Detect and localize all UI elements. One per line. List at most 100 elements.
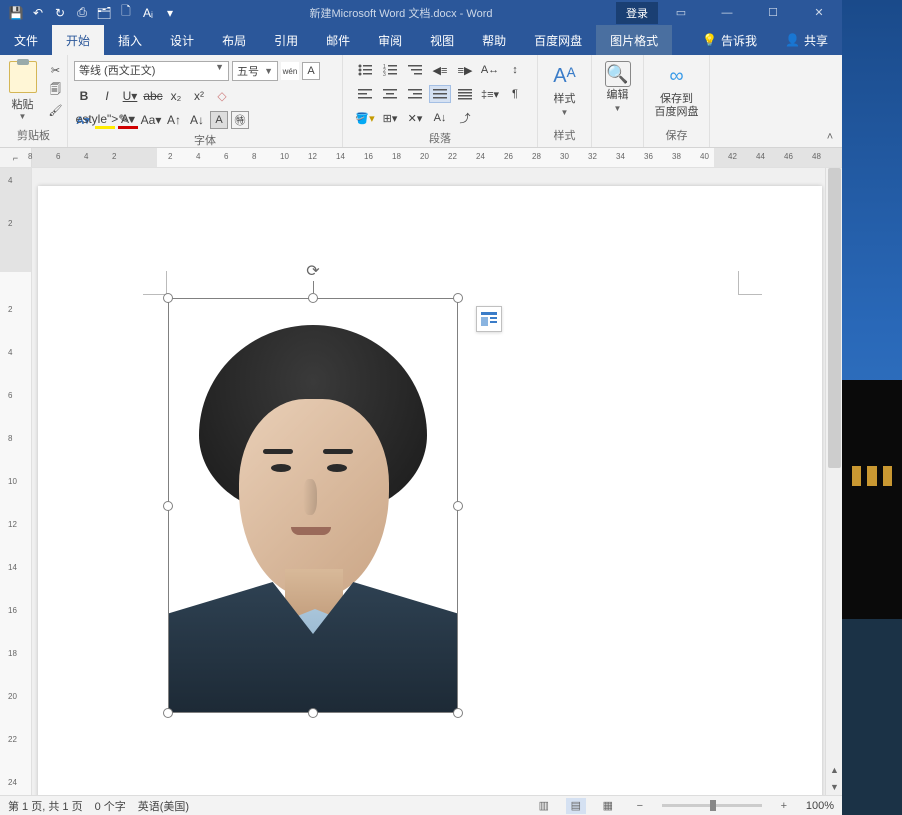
- scroll-down-icon[interactable]: ▼: [826, 778, 842, 795]
- share-button[interactable]: 👤共享: [771, 25, 842, 55]
- read-mode-icon[interactable]: ▥: [534, 798, 554, 814]
- login-button[interactable]: 登录: [616, 2, 658, 24]
- zoom-thumb[interactable]: [710, 800, 716, 811]
- tell-me-button[interactable]: 💡告诉我: [688, 25, 771, 55]
- resize-handle-bm[interactable]: [308, 708, 318, 718]
- para-marks-icon[interactable]: ⤴: [454, 109, 476, 127]
- resize-handle-tr[interactable]: [453, 293, 463, 303]
- superscript-button[interactable]: x²: [189, 87, 209, 105]
- highlight-icon[interactable]: estyle">✎▾: [95, 111, 115, 129]
- font-color-icon[interactable]: A▾: [118, 111, 138, 129]
- qat-icon-2[interactable]: 🗂: [94, 3, 114, 23]
- resize-handle-tl[interactable]: [163, 293, 173, 303]
- bullets-icon[interactable]: [354, 61, 376, 79]
- asian-layout-icon[interactable]: ✕▾: [404, 109, 426, 127]
- collapse-ribbon-icon[interactable]: ˄: [818, 55, 842, 147]
- decrease-indent-icon[interactable]: ◀≡: [429, 61, 451, 79]
- borders-icon[interactable]: ⊞▾: [379, 109, 401, 127]
- qat-icon-1[interactable]: ⎙: [72, 3, 92, 23]
- sort-para-icon[interactable]: A↓: [429, 109, 451, 127]
- align-justify-icon[interactable]: [429, 85, 451, 103]
- cut-icon[interactable]: ✂: [47, 61, 65, 79]
- tab-home[interactable]: 开始: [52, 25, 104, 55]
- phonetic-guide-icon[interactable]: wén: [281, 62, 299, 80]
- resize-handle-mr[interactable]: [453, 501, 463, 511]
- zoom-out-icon[interactable]: −: [630, 798, 650, 814]
- tab-insert[interactable]: 插入: [104, 25, 156, 55]
- resize-handle-bl[interactable]: [163, 708, 173, 718]
- format-painter-icon[interactable]: 🖌: [47, 101, 65, 119]
- tab-design[interactable]: 设计: [156, 25, 208, 55]
- tab-file[interactable]: 文件: [0, 25, 52, 55]
- zoom-in-icon[interactable]: +: [774, 798, 794, 814]
- resize-handle-br[interactable]: [453, 708, 463, 718]
- change-case-icon[interactable]: Aa▾: [141, 111, 161, 129]
- tab-review[interactable]: 审阅: [364, 25, 416, 55]
- underline-button[interactable]: U▾: [120, 87, 140, 105]
- maximize-icon[interactable]: ☐: [750, 0, 796, 25]
- copy-icon[interactable]: 🗐: [47, 81, 65, 99]
- print-layout-icon[interactable]: ▤: [566, 798, 586, 814]
- status-language[interactable]: 英语(美国): [138, 798, 189, 814]
- horizontal-ruler[interactable]: 8642246810121416182022242628303234363840…: [32, 148, 842, 167]
- tab-layout[interactable]: 布局: [208, 25, 260, 55]
- enclosed-char-icon[interactable]: ㊕: [231, 111, 249, 129]
- tab-baidu[interactable]: 百度网盘: [520, 25, 596, 55]
- qat-icon-4[interactable]: Aᵢ: [138, 3, 158, 23]
- redo-icon[interactable]: ↻: [50, 3, 70, 23]
- tab-help[interactable]: 帮助: [468, 25, 520, 55]
- document-viewport[interactable]: ⟳ ▲ ▼: [32, 168, 842, 795]
- shrink-font-icon[interactable]: A↓: [187, 111, 207, 129]
- distributed-icon[interactable]: [454, 85, 476, 103]
- bold-button[interactable]: B: [74, 87, 94, 105]
- align-center-icon[interactable]: [379, 85, 401, 103]
- paste-button[interactable]: 粘贴 ▼: [3, 61, 43, 121]
- scroll-up-icon[interactable]: ▲: [826, 761, 842, 778]
- rotate-handle-icon[interactable]: ⟳: [303, 261, 323, 281]
- resize-handle-tm[interactable]: [308, 293, 318, 303]
- save-pan-button[interactable]: ∞ 保存到百度网盘: [647, 57, 707, 119]
- char-shading-icon[interactable]: A: [210, 111, 228, 129]
- numbering-icon[interactable]: 123: [379, 61, 401, 79]
- show-marks-icon[interactable]: ¶: [504, 85, 526, 103]
- status-words[interactable]: 0 个字: [95, 798, 126, 814]
- qat-more-icon[interactable]: ▾: [160, 3, 180, 23]
- clear-format-icon[interactable]: ◇: [212, 87, 232, 105]
- layout-options-button[interactable]: [476, 306, 502, 332]
- tab-picture-format[interactable]: 图片格式: [596, 25, 672, 55]
- tab-mailings[interactable]: 邮件: [312, 25, 364, 55]
- sort-icon[interactable]: ↕: [504, 61, 526, 79]
- tab-references[interactable]: 引用: [260, 25, 312, 55]
- vertical-ruler[interactable]: 4224681012141618202224: [0, 168, 32, 795]
- selected-image[interactable]: ⟳: [168, 298, 458, 713]
- grow-font-icon[interactable]: A↑: [164, 111, 184, 129]
- font-name-select[interactable]: 等线 (西文正文) ▼: [74, 61, 229, 81]
- subscript-button[interactable]: x₂: [166, 87, 186, 105]
- zoom-value[interactable]: 100%: [806, 800, 834, 812]
- font-size-select[interactable]: 五号▼: [232, 61, 278, 81]
- vertical-scrollbar[interactable]: ▲ ▼: [825, 168, 842, 795]
- shading-icon[interactable]: 🪣▾: [354, 109, 376, 127]
- minimize-icon[interactable]: —: [704, 0, 750, 25]
- align-left-icon[interactable]: [354, 85, 376, 103]
- italic-button[interactable]: I: [97, 87, 117, 105]
- align-right-icon[interactable]: [404, 85, 426, 103]
- ltr-icon[interactable]: A↔: [479, 61, 501, 79]
- qat-icon-3[interactable]: 🗋: [116, 3, 136, 23]
- styles-button[interactable]: Aᴬ 样式 ▼: [541, 57, 589, 117]
- ribbon-display-icon[interactable]: ▭: [658, 0, 704, 25]
- increase-indent-icon[interactable]: ≡▶: [454, 61, 476, 79]
- editing-button[interactable]: 🔍 编辑 ▼: [594, 57, 642, 113]
- multilevel-list-icon[interactable]: [404, 61, 426, 79]
- status-page[interactable]: 第 1 页, 共 1 页: [8, 798, 83, 814]
- line-spacing-icon[interactable]: ‡≡▾: [479, 85, 501, 103]
- web-layout-icon[interactable]: ▦: [598, 798, 618, 814]
- tab-view[interactable]: 视图: [416, 25, 468, 55]
- close-icon[interactable]: ✕: [796, 0, 842, 25]
- scrollbar-thumb[interactable]: [828, 168, 841, 468]
- save-icon[interactable]: 💾: [6, 3, 26, 23]
- strike-button[interactable]: abc: [143, 87, 163, 105]
- zoom-slider[interactable]: [662, 804, 762, 807]
- char-border-icon[interactable]: A: [302, 62, 320, 80]
- resize-handle-ml[interactable]: [163, 501, 173, 511]
